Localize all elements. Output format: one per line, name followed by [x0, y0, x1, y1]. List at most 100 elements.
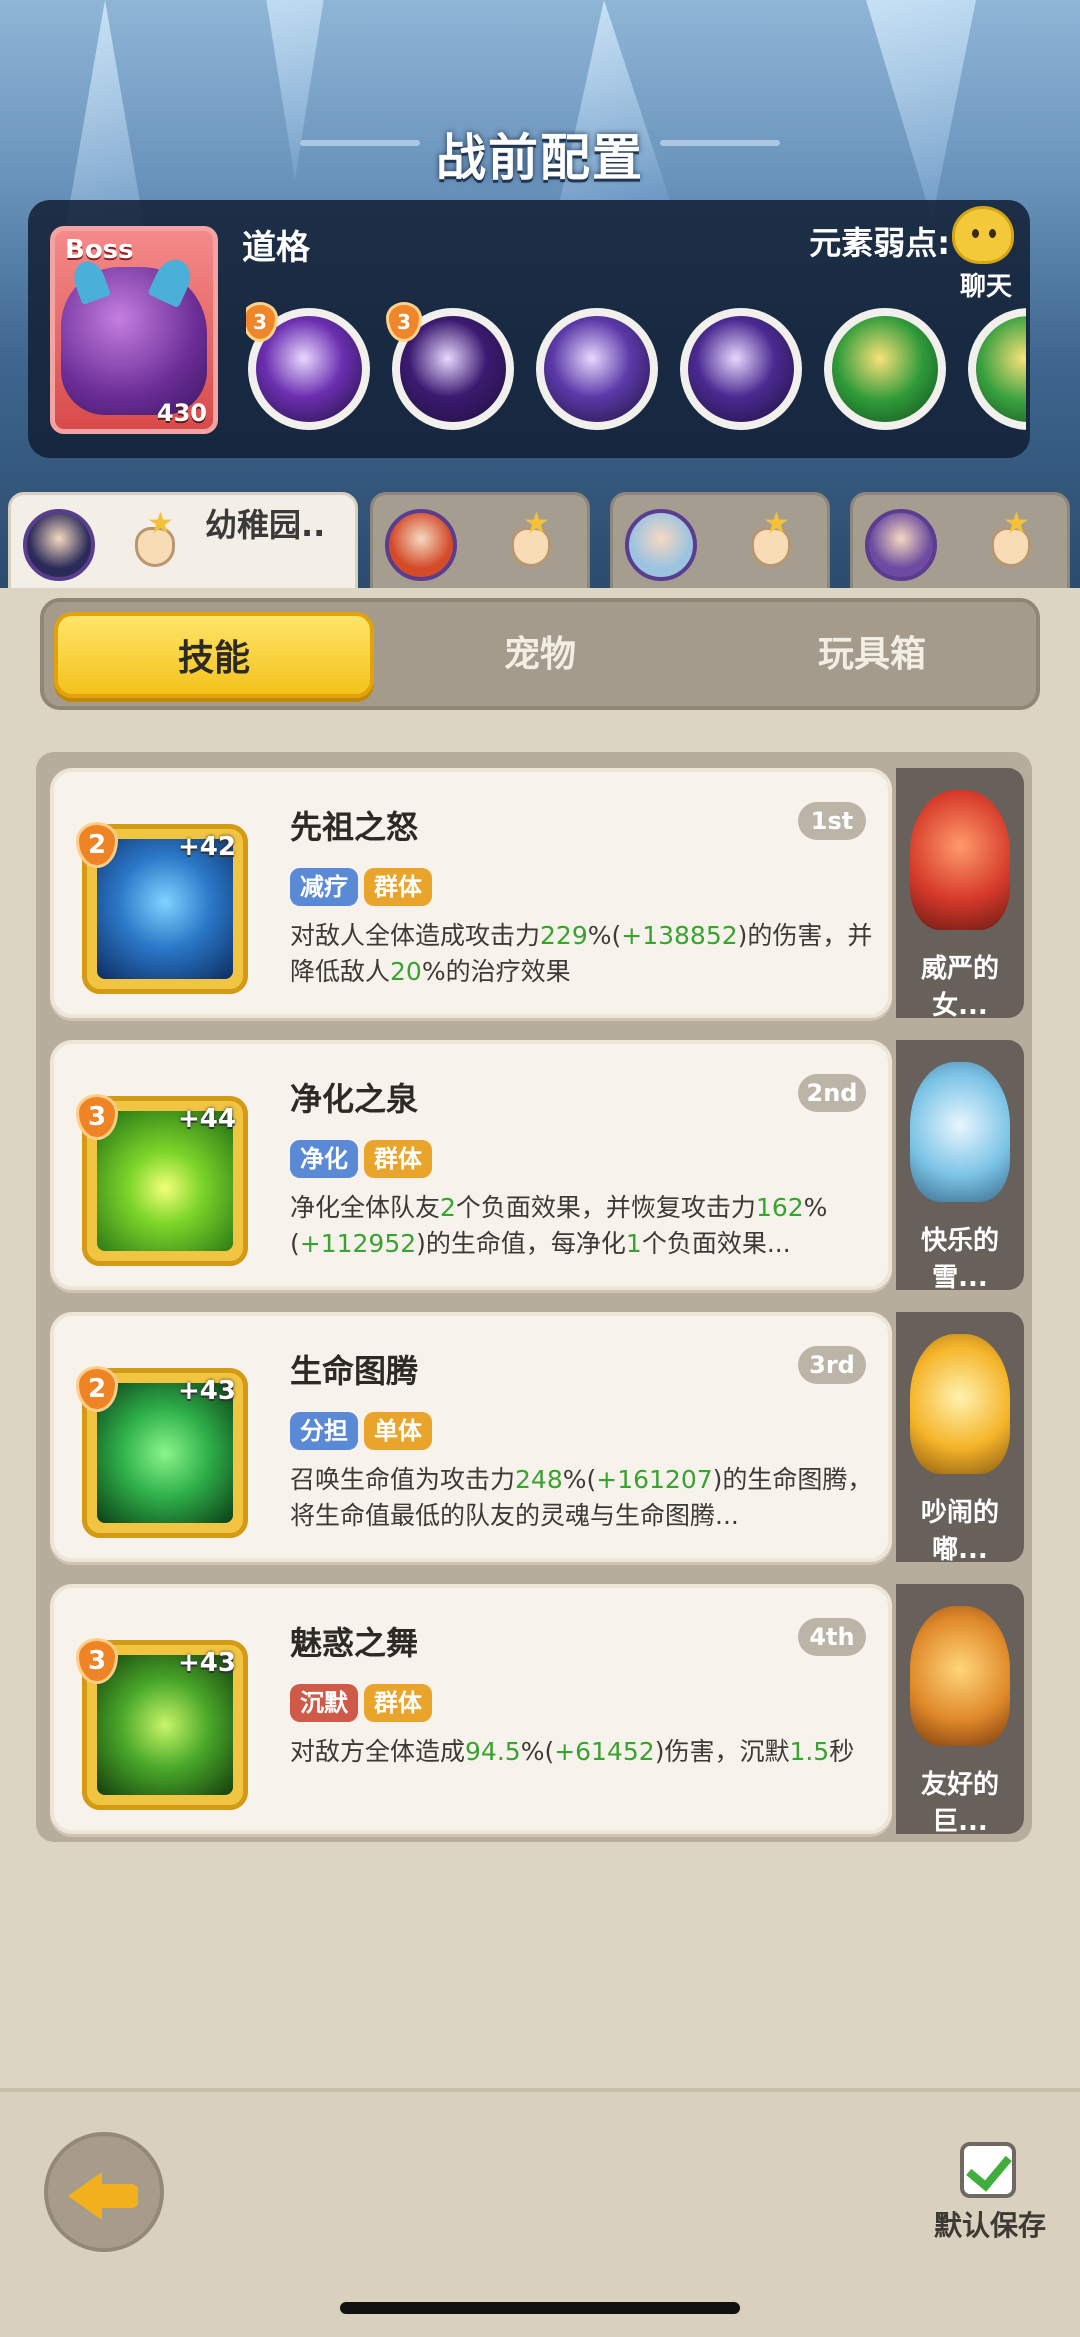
tab-pets[interactable]: 宠物: [380, 612, 700, 698]
back-button[interactable]: [44, 2132, 164, 2252]
linked-pet-card[interactable]: 吵闹的嘟...: [896, 1312, 1024, 1565]
skill-tags: 净化 群体: [290, 1140, 438, 1180]
skill-bonus: +43: [178, 1648, 236, 1678]
dark-burst-icon[interactable]: 3: [386, 302, 514, 430]
skill-order-badge: 4th: [798, 1618, 866, 1656]
chat-button[interactable]: 聊天: [944, 206, 1024, 302]
skill-desc-part: 召唤生命值为攻击力: [290, 1465, 516, 1494]
hero-tab[interactable]: ★: [850, 492, 1070, 592]
skill-desc-part: 1.5: [789, 1737, 830, 1766]
skill-tag: 群体: [364, 1684, 432, 1722]
linked-pet-card[interactable]: 威严的女...: [896, 768, 1024, 1021]
partial-green-icon[interactable]: [968, 308, 1026, 430]
skill-name: 魅惑之舞: [290, 1624, 419, 1662]
skill-card[interactable]: 3 +43 魅惑之舞 4th 沉默 群体 对敌方全体造成94.5%(+61452)伤害，沉默…: [50, 1584, 892, 1834]
skill-list: 2 +42 先祖之怒 1st 减疗 群体 对敌人全体造成攻击力229%(+138852)的伤…: [36, 752, 1032, 1842]
hero-tab[interactable]: ★: [370, 492, 590, 592]
skill-tag: 群体: [364, 868, 432, 906]
hero-tab[interactable]: ★ 幼稚园..: [8, 492, 358, 592]
skill-desc-part: %的治疗效果: [421, 957, 571, 986]
skill-desc-part: 20: [390, 957, 422, 986]
skill-desc-part: 248: [515, 1465, 563, 1494]
skill-order-badge: 2nd: [798, 1074, 866, 1112]
skill-description: 对敌人全体造成攻击力229%(+138852)的伤害，并降低敌人20%的治疗效果: [290, 918, 890, 990]
hero-tab[interactable]: ★: [610, 492, 830, 592]
boss-skills-row: 33: [246, 300, 1026, 436]
tab-toybox[interactable]: 玩具箱: [712, 612, 1032, 698]
skill-name: 生命图腾: [290, 1352, 419, 1390]
skill-desc-part: +61452: [554, 1737, 655, 1766]
skill-tag: 沉默: [290, 1684, 358, 1722]
skill-desc-part: 94.5: [465, 1737, 521, 1766]
linked-pet-card[interactable]: 友好的巨...: [896, 1584, 1024, 1837]
hero-avatar: [865, 509, 937, 581]
boss-level: 430: [156, 399, 207, 427]
page-title: 战前配置: [436, 129, 644, 187]
skill-tags: 沉默 群体: [290, 1684, 438, 1724]
skill-desc-part: 净化全体队友: [290, 1193, 441, 1222]
checkbox-checked-icon: [960, 2142, 1016, 2198]
boss-info-panel: Boss 430 道格 元素弱点: 聊天 33: [28, 200, 1030, 458]
skill-description: 召唤生命值为攻击力248%(+161207)的生命图腾，将生命值最低的队友的灵魂…: [290, 1462, 890, 1534]
boss-name: 道格: [242, 228, 310, 268]
hero-avatar: [385, 509, 457, 581]
bottom-bar: 默认保存: [0, 2088, 1080, 2337]
main-panel: 技能 宠物 玩具箱 2 +42 先祖之怒 1st 减疗 群体 对敌人全体造成攻击力229%(+1…: [0, 588, 1080, 2088]
skill-bonus: +44: [178, 1104, 236, 1134]
title-ornament-right: [660, 140, 780, 146]
default-save-label: 默认保存: [933, 2209, 1046, 2242]
chat-label: 聊天: [959, 272, 1012, 302]
skill-desc-part: 个负面效果，并恢复攻击力: [455, 1193, 756, 1222]
skill-tags: 减疗 群体: [290, 868, 438, 908]
skill-order-badge: 1st: [798, 802, 866, 840]
skill-tags: 分担 单体: [290, 1412, 438, 1452]
hero-name: 幼稚园..: [205, 506, 326, 544]
skill-order-badge: 3rd: [798, 1346, 866, 1384]
skill-desc-part: 个负面效果...: [641, 1229, 791, 1258]
skill-desc-part: +161207: [596, 1465, 713, 1494]
pet-name: 威严的女...: [920, 954, 999, 1021]
skill-tag: 减疗: [290, 868, 358, 906]
pet-name: 吵闹的嘟...: [920, 1498, 999, 1565]
skill-tag: 群体: [364, 1140, 432, 1178]
ice-crystal-icon[interactable]: [536, 308, 658, 430]
element-weakness-label: 元素弱点:: [809, 224, 950, 262]
tab-skills[interactable]: 技能: [54, 612, 374, 698]
pet-name: 快乐的雪...: [920, 1226, 999, 1293]
skill-card[interactable]: 2 +43 生命图腾 3rd 分担 单体 召唤生命值为攻击力248%(+161207)的生命…: [50, 1312, 892, 1562]
skill-description: 对敌方全体造成94.5%(+61452)伤害，沉默1.5秒: [290, 1734, 890, 1770]
category-segmented-control: 技能 宠物 玩具箱: [40, 598, 1040, 710]
hero-avatar: [23, 509, 95, 581]
skill-desc-part: 2: [440, 1193, 456, 1222]
skill-orb-art: [688, 316, 794, 422]
blue-bird-icon: [910, 1062, 1010, 1202]
tap-hand-icon: ★: [745, 509, 795, 569]
skill-desc-part: 对敌人全体造成攻击力: [290, 921, 541, 950]
linked-pet-card[interactable]: 快乐的雪...: [896, 1040, 1024, 1293]
skill-desc-part: )的生命值，每净化: [416, 1229, 626, 1258]
tap-hand-icon: ★: [505, 509, 555, 569]
crab-robot-icon: [910, 1606, 1010, 1746]
skill-desc-part: %(: [562, 1465, 597, 1494]
skill-desc-part: 1: [625, 1229, 642, 1258]
skill-tag: 单体: [364, 1412, 432, 1450]
boss-card[interactable]: Boss 430: [50, 226, 218, 434]
skill-tag: 分担: [290, 1412, 358, 1450]
skill-card[interactable]: 2 +42 先祖之怒 1st 减疗 群体 对敌人全体造成攻击力229%(+138852)的伤…: [50, 768, 892, 1018]
skill-bonus: +43: [178, 1376, 236, 1406]
skill-desc-part: 秒: [829, 1737, 855, 1766]
purple-orb-icon[interactable]: 3: [246, 302, 370, 430]
skill-name: 先祖之怒: [290, 808, 419, 846]
default-save-toggle[interactable]: 默认保存: [920, 2142, 1060, 2262]
dragon-head-icon[interactable]: [680, 308, 802, 430]
skill-bonus: +42: [178, 832, 236, 862]
hourglass-icon[interactable]: [824, 308, 946, 430]
tap-hand-icon: ★: [985, 509, 1035, 569]
pet-name: 友好的巨...: [920, 1770, 999, 1837]
skill-orb-art: [544, 316, 650, 422]
skill-tag: 净化: [290, 1140, 358, 1178]
skill-card[interactable]: 3 +44 净化之泉 2nd 净化 群体 净化全体队友2个负面效果，并恢复攻击力162%(+…: [50, 1040, 892, 1290]
hero-avatar: [625, 509, 697, 581]
skill-desc-part: +138852: [621, 921, 738, 950]
skill-desc-part: +112952: [299, 1229, 417, 1258]
